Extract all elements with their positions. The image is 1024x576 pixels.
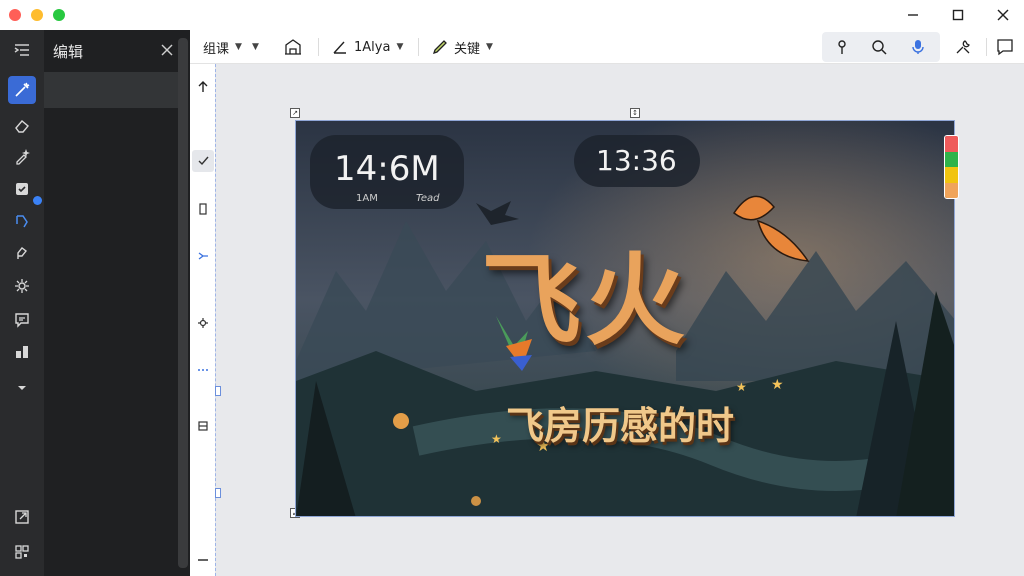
edit-panel: 编辑 [44,30,190,576]
minimize-icon[interactable] [902,4,924,26]
caret-down-icon: ▼ [396,42,404,52]
clock-top-time: 13:36 [596,144,677,177]
swatch-green[interactable] [945,151,958,167]
caret-down-icon: ▼ [251,42,259,52]
layers-icon[interactable] [8,338,36,366]
poster-image[interactable]: ★ ★ ★ ★ 14:6M 1AM Tead 13:36 飞火 飞房历感的时 [295,120,955,517]
tools-icon[interactable] [951,35,975,59]
layers-small-icon[interactable] [192,415,214,437]
brush-label: 关键 [454,41,481,57]
checkbox-icon[interactable] [8,175,36,203]
color-swatches [944,135,959,199]
qr-code-icon[interactable] [8,538,36,566]
mic-icon[interactable] [906,35,930,59]
title-bar [0,0,1024,30]
swatch-red[interactable] [945,136,958,152]
home-icon[interactable] [284,30,302,64]
window-close-dot[interactable] [9,9,21,21]
magic-brush-icon[interactable] [8,76,36,104]
gear-small-icon[interactable] [192,312,214,334]
pen-icon [432,40,447,55]
group-dropdown[interactable]: 组课 ▼ ▼ [203,30,259,64]
search-icon[interactable] [867,35,891,59]
toolbar-divider [986,38,987,56]
toolbar-divider [418,38,419,56]
pen-sparkle-icon[interactable] [8,143,36,171]
chat-icon[interactable] [993,35,1017,59]
edge-handle-left-lower[interactable] [215,488,221,498]
tool-rail [0,30,44,576]
svg-text:★: ★ [736,380,747,394]
window-minimize-dot[interactable] [31,9,43,21]
swatch-orange[interactable] [945,182,958,198]
panel-close-icon[interactable] [156,39,178,61]
caret-down-icon: ▼ [235,42,242,52]
pen-tool-icon[interactable] [8,239,36,267]
eraser-icon[interactable] [8,111,36,139]
clock-widget-top[interactable]: 13:36 [574,135,700,187]
poster-headline: 飞火 [481,241,689,359]
check-icon[interactable] [192,150,214,172]
minus-icon[interactable] [192,549,214,571]
lasso-small-icon[interactable] [192,245,214,267]
resize-handle-top-left[interactable]: ↗ [290,108,300,118]
font-label: 1Alya [354,39,391,55]
lasso-icon[interactable] [8,207,36,235]
font-dropdown[interactable]: 1Alya ▼ [332,30,403,64]
clock-widget-left[interactable]: 14:6M 1AM Tead [310,135,464,209]
arrow-up-icon[interactable] [192,76,214,98]
window-maximize-dot[interactable] [53,9,65,21]
chevron-down-icon[interactable] [8,374,36,402]
panel-scrollbar[interactable] [178,38,188,568]
clock-left-time: 14:6M [334,149,440,189]
comment-icon[interactable] [8,306,36,334]
rect-icon[interactable] [192,198,214,220]
export-icon[interactable] [8,503,36,531]
pin-icon[interactable] [830,35,854,59]
svg-text:★: ★ [491,432,502,446]
brush-dropdown[interactable]: 关键 ▼ [432,30,493,64]
swatch-yellow[interactable] [945,167,958,183]
maximize-icon[interactable] [947,4,969,26]
top-toolbar: 组课 ▼ ▼ 1Alya ▼ 关键 ▼ [190,30,1024,64]
edge-handle-left[interactable] [215,386,221,396]
caret-down-icon: ▼ [486,42,493,52]
clock-left-sub1: 1AM [356,193,378,204]
clock-left-sub2: Tead [416,193,440,204]
more-icon[interactable] [192,359,214,381]
close-icon[interactable] [992,4,1014,26]
group-label: 组课 [203,41,230,57]
panel-selected-row[interactable] [44,72,178,108]
poster-subhead: 飞房历感的时 [506,404,735,448]
list-collapse-icon[interactable] [8,36,36,64]
svg-text:★: ★ [771,377,784,393]
vertical-toolbar [190,64,216,576]
panel-title: 编辑 [53,43,84,61]
toolbar-divider [318,38,319,56]
gear-sparkle-icon[interactable] [8,272,36,300]
resize-handle-top[interactable]: ↕ [630,108,640,118]
angle-icon [333,41,346,54]
